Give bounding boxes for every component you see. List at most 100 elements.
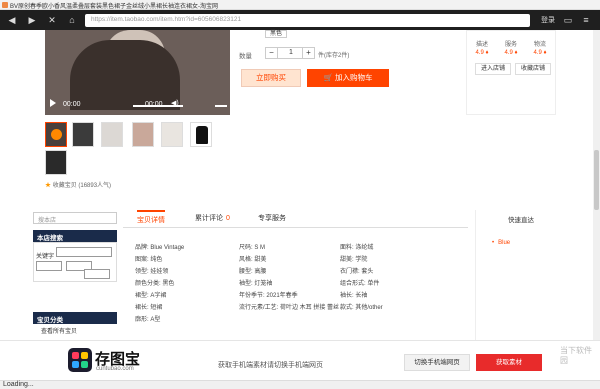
thumbnail-video[interactable] xyxy=(45,122,67,147)
video-duration: 00:00 xyxy=(145,101,163,108)
rating-service: 服务 4.9 ♦ xyxy=(498,39,524,56)
dress-image xyxy=(196,126,208,144)
color-option-black[interactable]: 黑色 xyxy=(265,30,287,38)
logo-square xyxy=(72,361,79,368)
rating-label: 物流 xyxy=(533,42,546,48)
logo-square xyxy=(81,361,88,368)
quantity-stepper: − 1 + xyxy=(265,47,315,59)
shop-search-heading: 本店搜索 xyxy=(33,230,117,242)
logo-square xyxy=(72,352,79,359)
thumbnail-image[interactable] xyxy=(132,122,154,147)
attribute-item: 图案: 纯色 xyxy=(135,257,163,263)
cuntubao-banner: 存图宝 cuntubao.com 获取手机端素材请切换手机端网页 切换手机端网页… xyxy=(0,340,600,380)
keyword-label: 关键字 xyxy=(36,254,55,260)
detail-tabs: 宝贝详情 累计评论 0 专享服务 xyxy=(123,210,468,228)
quantity-label: 数量 xyxy=(239,53,252,60)
product-video[interactable]: 00:00 00:00 ◀) xyxy=(45,30,230,115)
rating-value: 4.9 ♦ xyxy=(475,50,489,56)
watermark-logo: 当下软件园 xyxy=(560,346,592,365)
thumbnail-image[interactable] xyxy=(45,150,67,175)
logo-square xyxy=(81,352,88,359)
star-icon: ★ xyxy=(45,183,52,189)
shop-search-input[interactable]: 搜本店 xyxy=(33,212,117,224)
rating-value: 4.9 ♦ xyxy=(504,50,518,56)
shop-sidebar: 搜本店 本店搜索 关键字 宝贝分类 查看所有宝贝 xyxy=(33,210,118,340)
attribute-item: 尺码: S M xyxy=(239,245,266,251)
rating-label: 描述 xyxy=(475,42,488,48)
attribute-item: 流行元素/工艺: 荷叶边 木耳 拼接 蕾丝 xyxy=(239,305,340,311)
quantity-input[interactable]: 1 xyxy=(280,49,302,56)
add-to-cart-button[interactable]: 🛒 加入购物车 xyxy=(307,69,389,87)
tab-details[interactable]: 宝贝详情 xyxy=(137,210,165,225)
attribute-item: 腰型: 高腰 xyxy=(239,269,267,275)
scrollbar-thumb[interactable] xyxy=(594,150,599,210)
thumbnail-image[interactable] xyxy=(161,122,183,147)
attribute-item: 面料: 涤纶绒 xyxy=(340,245,374,251)
video-current-time: 00:00 xyxy=(63,101,81,108)
switch-mobile-button[interactable]: 切换手机端网页 xyxy=(404,354,470,371)
home-icon[interactable]: ⌂ xyxy=(66,14,78,26)
banner-tip: 获取手机端素材请切换手机端网页 xyxy=(218,362,323,369)
back-arrow-icon[interactable]: ◀ xyxy=(6,14,18,26)
attribute-item: 衣门襟: 套头 xyxy=(340,269,374,275)
category-heading: 宝贝分类 xyxy=(33,312,117,324)
window-title: BV原创春季欧小香风温柔叠层套装黑色裙子金丝绒小黑裙长袖连衣裙女-淘宝网 xyxy=(10,4,219,10)
tab-services[interactable]: 专享服务 xyxy=(258,213,286,223)
rating-label: 服务 xyxy=(504,42,517,48)
tab-label: 宝贝详情 xyxy=(137,217,165,224)
login-link[interactable]: 登录 xyxy=(541,15,555,25)
title-bar: BV原创春季欧小香风温柔叠层套装黑色裙子金丝绒小黑裙长袖连衣裙女-淘宝网 xyxy=(0,0,600,10)
enter-shop-button[interactable]: 进入店铺 xyxy=(475,63,511,75)
favorite-item[interactable]: ★ 收藏宝贝 (16893人气) xyxy=(45,180,111,189)
play-icon xyxy=(51,129,62,140)
attribute-item: 款式: 其他/other xyxy=(340,305,383,311)
attribute-item: 组合形式: 单件 xyxy=(340,281,380,287)
price-min-input[interactable] xyxy=(36,261,62,271)
add-to-cart-label: 加入购物车 xyxy=(334,73,373,82)
attribute-item: 领型: 娃娃领 xyxy=(135,269,169,275)
stock-text: 件(库存2件) xyxy=(318,53,350,59)
search-submit-button[interactable] xyxy=(84,269,110,279)
attribute-item: 甜美: 学院 xyxy=(340,257,368,263)
shop-rating-box: 描述 4.9 ♦ 服务 4.9 ♦ 物流 4.9 ♦ 进入店铺 收藏店铺 xyxy=(466,30,556,115)
decrement-button[interactable]: − xyxy=(266,48,278,58)
review-count-badge: 0 xyxy=(226,215,230,222)
logo-subtitle: cuntubao.com xyxy=(96,366,134,372)
address-bar[interactable]: https://item.taobao.com/item.htm?id=6056… xyxy=(85,14,530,27)
tab-label: 累计评论 xyxy=(195,215,223,222)
volume-slider[interactable] xyxy=(215,105,227,107)
attribute-item: 裙长: 短裙 xyxy=(135,305,163,311)
attribute-item: 年份季节: 2021年春季 xyxy=(239,293,298,299)
increment-button[interactable]: + xyxy=(302,48,314,58)
folder-icon[interactable]: ▭ xyxy=(562,14,574,26)
get-material-button[interactable]: 获取素材 xyxy=(476,354,542,371)
status-bar: Loading... xyxy=(0,380,600,389)
favorite-shop-button[interactable]: 收藏店铺 xyxy=(515,63,551,75)
rating-value: 4.9 ♦ xyxy=(533,50,547,56)
close-icon[interactable]: ✕ xyxy=(46,14,58,26)
attribute-item: 颜色分类: 黑色 xyxy=(135,281,175,287)
cuntubao-logo-icon xyxy=(68,348,92,372)
scrollbar[interactable] xyxy=(593,30,600,340)
play-icon[interactable] xyxy=(50,99,56,107)
attribute-item: 廓形: A型 xyxy=(135,317,161,323)
tab-label: 专享服务 xyxy=(258,215,286,222)
forward-arrow-icon[interactable]: ▶ xyxy=(26,14,38,26)
menu-icon[interactable]: ≡ xyxy=(580,14,592,26)
quick-nav-item[interactable]: Blue xyxy=(492,240,510,246)
thumbnail-image[interactable] xyxy=(72,122,94,147)
tab-reviews[interactable]: 累计评论 0 xyxy=(195,213,230,223)
attribute-item: 品牌: Blue Vintage xyxy=(135,245,185,251)
quick-nav-heading: 快速直达 xyxy=(508,217,534,224)
status-text: Loading... xyxy=(3,381,34,388)
volume-icon[interactable]: ◀) xyxy=(171,99,179,107)
thumbnail-image[interactable] xyxy=(190,122,212,147)
favorite-label: 收藏宝贝 (16893人气) xyxy=(52,183,112,189)
app-icon xyxy=(2,2,8,8)
keyword-input[interactable] xyxy=(56,247,112,257)
buy-now-button[interactable]: 立即购买 xyxy=(241,69,301,87)
view-all-link[interactable]: 查看所有宝贝 xyxy=(41,326,77,335)
thumbnail-image[interactable] xyxy=(101,122,123,147)
attribute-item: 裙型: A字裙 xyxy=(135,293,167,299)
cart-icon: 🛒 xyxy=(323,73,335,82)
